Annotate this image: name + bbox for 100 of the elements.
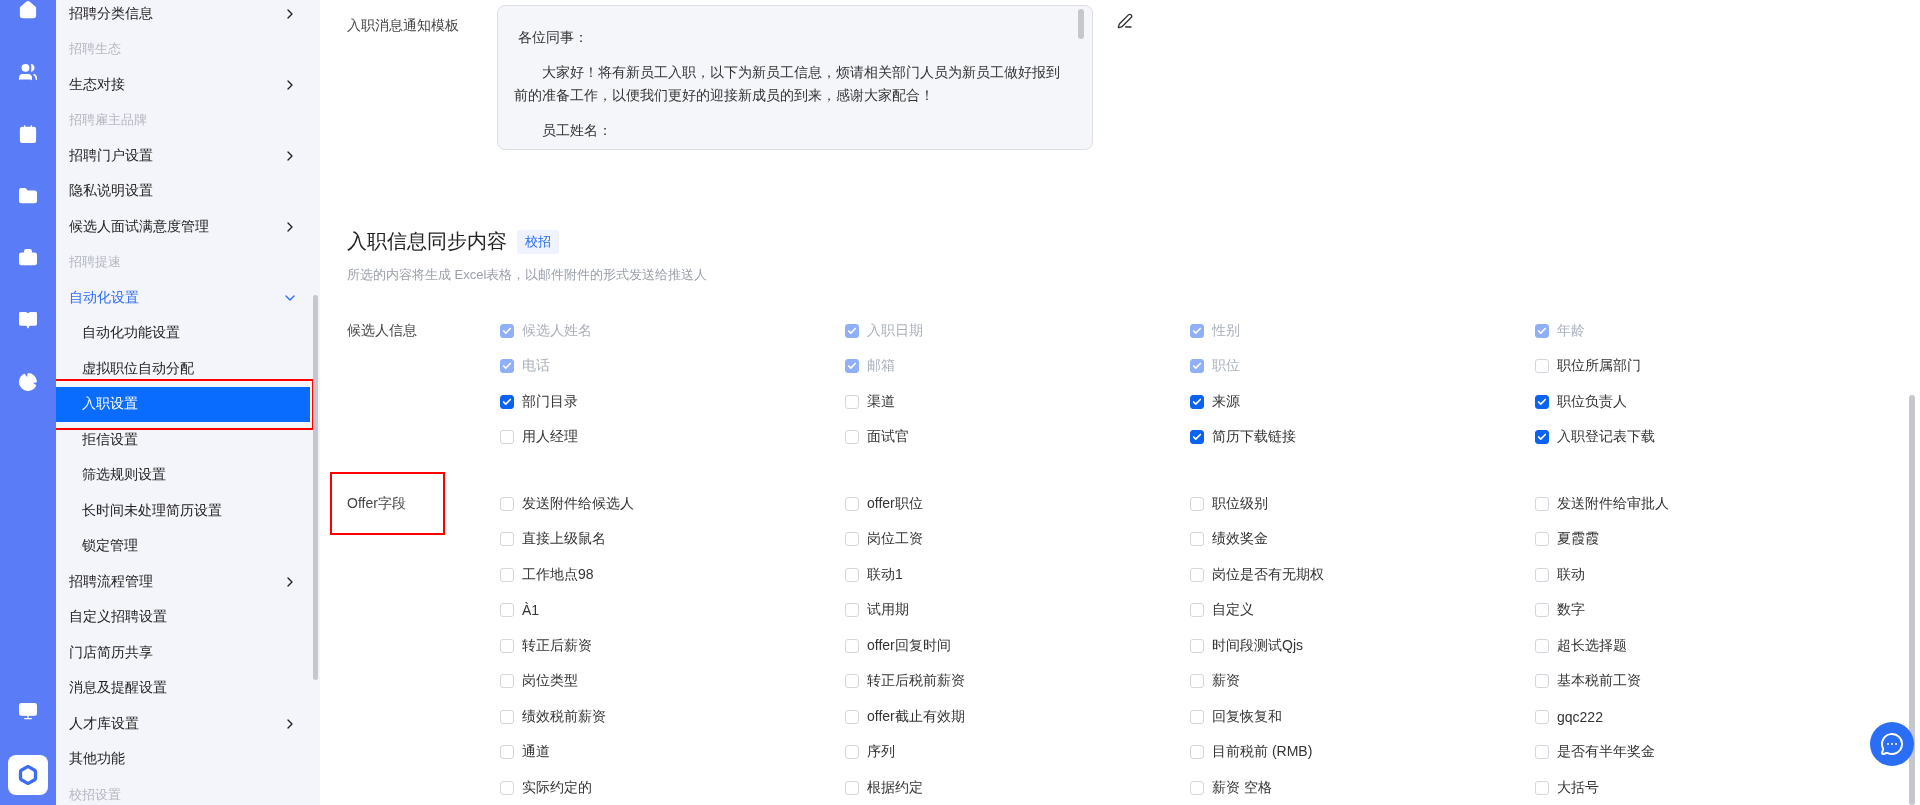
checkbox-option[interactable]: 直接上级鼠名 [500, 521, 606, 557]
checkbox-option[interactable]: 工作地点98 [500, 557, 594, 593]
checkbox-option[interactable]: 夏霞霞 [1535, 521, 1599, 557]
nav-item[interactable]: 锁定管理 [56, 528, 310, 564]
option-label: 联动1 [867, 565, 903, 584]
checkbox[interactable] [1535, 394, 1549, 409]
nav-item[interactable]: 门店简历共享 [56, 635, 310, 671]
checkbox-option[interactable]: 薪资 [1190, 663, 1240, 699]
option-label: 通道 [522, 743, 550, 762]
option-label: 绩效税前薪资 [522, 707, 606, 726]
chat-icon[interactable] [1870, 722, 1914, 766]
checkbox-option[interactable]: 发送附件给候选人 [500, 486, 634, 522]
checkbox-option[interactable]: 联动 [1535, 557, 1585, 593]
option-label: 转正后薪资 [522, 636, 592, 655]
checkbox-option[interactable]: 入职登记表下载 [1535, 419, 1655, 455]
checkbox-option[interactable]: 大括号 [1535, 770, 1599, 805]
option-label: 候选人姓名 [522, 321, 592, 340]
nav-item[interactable]: 消息及提醒设置 [56, 670, 310, 706]
checkbox-option[interactable]: 来源 [1190, 384, 1240, 420]
checkbox-option[interactable]: 用人经理 [500, 419, 578, 455]
nav-item[interactable]: 自动化功能设置 [56, 315, 310, 351]
checkbox-option[interactable]: 基本税前工资 [1535, 663, 1641, 699]
option-label: 用人经理 [522, 428, 578, 447]
scrollbar-thumb[interactable] [313, 295, 318, 680]
option-label: 职位级别 [1212, 494, 1268, 513]
section-header: 校招设置 [68, 785, 122, 804]
nav-item[interactable]: 入职设置 [56, 386, 310, 422]
checkbox-option[interactable]: 面试官 [845, 419, 909, 455]
checkbox-option[interactable]: 数字 [1535, 592, 1585, 628]
nav-item[interactable]: 长时间未处理简历设置 [56, 493, 310, 529]
checkbox-option[interactable]: 发送附件给审批人 [1535, 486, 1669, 522]
checkbox-option[interactable]: 目前税前 (RMB) [1190, 734, 1313, 770]
checkbox-option[interactable]: 薪资 空格 [1190, 770, 1272, 805]
checkbox-option[interactable]: 回复恢复和 [1190, 699, 1282, 735]
checkbox-option[interactable]: 岗位工资 [845, 521, 923, 557]
nav-item[interactable]: 候选人面试满意度管理 [56, 209, 310, 245]
option-label: 是否有半年奖金 [1557, 743, 1655, 762]
checkbox-option[interactable]: 职位所属部门 [1535, 348, 1641, 384]
nav-item[interactable]: 生态对接 [56, 67, 310, 103]
nav-item[interactable]: 其他功能 [56, 741, 310, 777]
nav-item[interactable]: 人才库设置 [56, 706, 310, 742]
option-label: 直接上级鼠名 [522, 530, 606, 549]
checkbox[interactable] [500, 394, 514, 409]
template-text-box[interactable]: 各位同事： 大家好！将有新员工入职，以下为新员工信息，烦请相关部门人员为新员工做好报到前的准备工作，以便我们更好的迎接新成员的到来，感谢大家配合！ 员工姓名： [497, 5, 1093, 150]
option-label: 序列 [867, 743, 895, 762]
edit-icon[interactable] [1117, 13, 1133, 29]
checkbox-option[interactable]: 试用期 [845, 592, 909, 628]
checkbox-option[interactable]: 简历下载链接 [1190, 419, 1296, 455]
checkbox-option[interactable]: 职位级别 [1190, 486, 1268, 522]
nav-item[interactable]: 招聘流程管理 [56, 564, 310, 600]
option-label: offer职位 [867, 494, 923, 513]
option-label: 试用期 [867, 601, 909, 620]
checkbox-option[interactable]: 渠道 [845, 384, 895, 420]
option-label: 发送附件给候选人 [522, 494, 634, 513]
checkbox-option[interactable]: 岗位类型 [500, 663, 578, 699]
checkbox-option[interactable]: offer截止有效期 [845, 699, 965, 735]
option-label: 回复恢复和 [1212, 707, 1282, 726]
nav-item[interactable]: 招聘门户设置 [56, 138, 310, 174]
nav-item[interactable]: 自动化设置 [56, 280, 310, 316]
checkbox-option[interactable]: 根据约定 [845, 770, 923, 805]
checkbox-option[interactable]: 超长选择题 [1535, 628, 1627, 664]
nav-item[interactable]: 虚拟职位自动分配 [56, 351, 310, 387]
settings-icon[interactable] [8, 755, 48, 795]
checkbox-option[interactable]: 时间段测试Qjs [1190, 628, 1303, 664]
nav-item[interactable]: 隐私说明设置 [56, 173, 310, 209]
nav-item[interactable]: 自定义招聘设置 [56, 599, 310, 635]
checkbox-option[interactable]: 绩效奖金 [1190, 521, 1268, 557]
nav-item[interactable]: 筛选规则设置 [56, 457, 310, 493]
checkbox-option[interactable]: À1 [500, 592, 540, 628]
nav-item[interactable]: 招聘分类信息 [56, 0, 310, 32]
nav-item[interactable]: 拒信设置 [56, 422, 310, 458]
checkbox-option[interactable]: gqc222 [1535, 699, 1603, 735]
checkbox-option[interactable]: 岗位是否有无期权 [1190, 557, 1324, 593]
scrollbar-thumb[interactable] [1078, 9, 1084, 39]
checkbox-option[interactable]: 是否有半年奖金 [1535, 734, 1655, 770]
option-label: 薪资 空格 [1212, 778, 1272, 797]
checkbox[interactable] [1190, 394, 1204, 409]
checkbox-option[interactable]: 转正后薪资 [500, 628, 592, 664]
option-label: 薪资 [1212, 672, 1240, 691]
checkbox-option[interactable]: 通道 [500, 734, 550, 770]
checkbox-option[interactable]: 联动1 [845, 557, 903, 593]
scrollbar-thumb[interactable] [1909, 395, 1915, 805]
checkbox[interactable] [1190, 430, 1204, 445]
option-label: À1 [522, 602, 540, 619]
checkbox-option[interactable]: 转正后税前薪资 [845, 663, 965, 699]
checkbox-option[interactable]: offer回复时间 [845, 628, 951, 664]
option-label: 职位负责人 [1557, 392, 1627, 411]
option-label: 职位 [1212, 357, 1240, 376]
checkbox-option[interactable]: 部门目录 [500, 384, 578, 420]
checkbox-option[interactable]: 实际约定的 [500, 770, 592, 805]
option-label: 根据约定 [867, 778, 923, 797]
checkbox-option[interactable]: offer职位 [845, 486, 923, 522]
option-label: 邮箱 [867, 357, 895, 376]
section-header: 招聘提速 [68, 253, 122, 272]
option-label: 渠道 [867, 392, 895, 411]
checkbox-option[interactable]: 绩效税前薪资 [500, 699, 606, 735]
checkbox-option[interactable]: 序列 [845, 734, 895, 770]
checkbox-option[interactable]: 自定义 [1190, 592, 1254, 628]
checkbox[interactable] [1535, 430, 1549, 445]
checkbox-option[interactable]: 职位负责人 [1535, 384, 1627, 420]
